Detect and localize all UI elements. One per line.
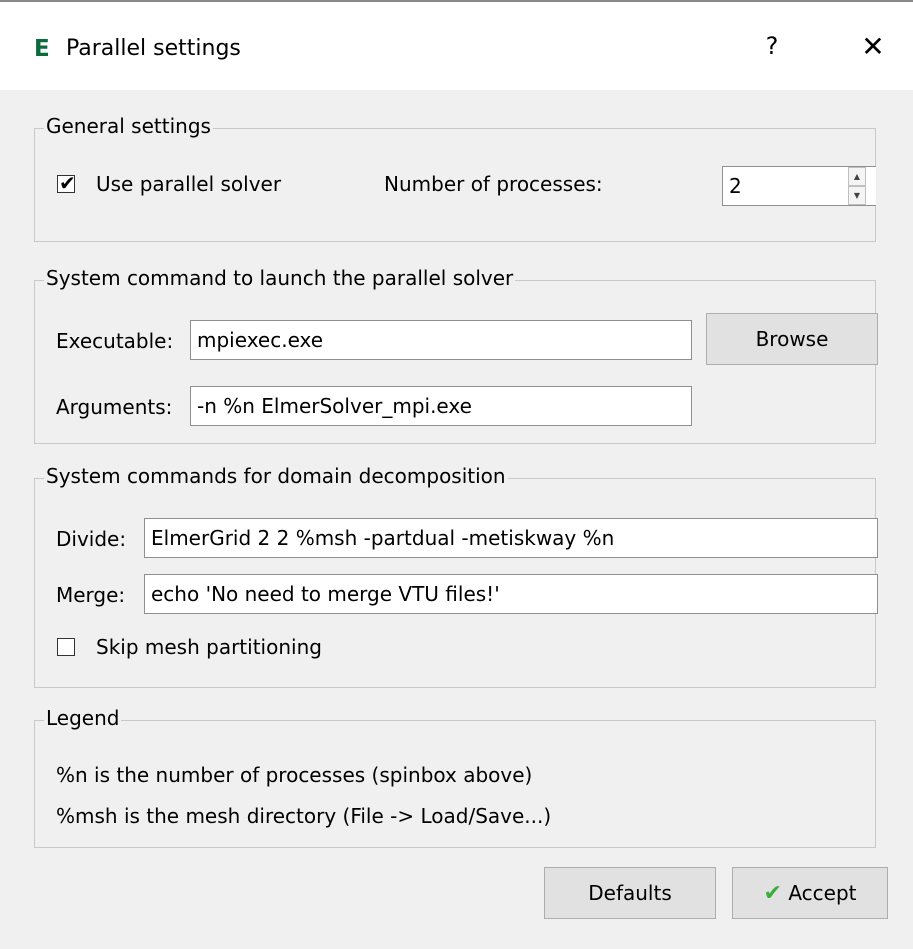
arguments-label: Arguments: (56, 395, 173, 419)
app-icon: E (34, 36, 50, 62)
defaults-button[interactable]: Defaults (544, 867, 716, 919)
window-title: Parallel settings (66, 36, 241, 61)
merge-input[interactable]: echo 'No need to merge VTU files!' (144, 574, 878, 614)
divide-input[interactable]: ElmerGrid 2 2 %msh -partdual -metiskway … (144, 518, 878, 558)
accept-label: Accept (788, 881, 857, 905)
general-settings-title: General settings (44, 114, 213, 138)
executable-input[interactable]: mpiexec.exe (190, 320, 692, 360)
spin-down-icon[interactable]: ▼ (848, 186, 866, 205)
launch-command-title: System command to launch the parallel so… (44, 266, 516, 290)
executable-label: Executable: (56, 329, 174, 353)
skip-partitioning-label: Skip mesh partitioning (96, 635, 322, 659)
arguments-input[interactable]: -n %n ElmerSolver_mpi.exe (190, 386, 692, 426)
legend-line-1: %n is the number of processes (spinbox a… (56, 763, 533, 787)
browse-button[interactable]: Browse (706, 313, 878, 365)
legend-line-2: %msh is the mesh directory (File -> Load… (56, 804, 552, 828)
use-parallel-label: Use parallel solver (96, 172, 282, 196)
spinbox-arrows[interactable]: ▲ ▼ (848, 167, 866, 205)
spin-up-icon[interactable]: ▲ (848, 167, 866, 186)
use-parallel-checkbox[interactable]: ✔ (57, 171, 76, 195)
divide-label: Divide: (56, 527, 127, 551)
help-button[interactable]: ? (757, 32, 787, 60)
num-processes-label: Number of processes: (384, 172, 603, 196)
checkmark-icon: ✔ (763, 881, 782, 906)
legend-title: Legend (44, 706, 122, 730)
merge-label: Merge: (56, 583, 126, 607)
decomposition-title: System commands for domain decomposition (44, 464, 508, 488)
close-button[interactable]: ✕ (858, 30, 888, 63)
skip-partitioning-checkbox[interactable] (57, 638, 75, 656)
accept-button[interactable]: ✔ Accept (732, 867, 888, 919)
title-bar: E Parallel settings ? ✕ (0, 0, 913, 90)
check-mark-icon: ✔ (59, 171, 76, 195)
